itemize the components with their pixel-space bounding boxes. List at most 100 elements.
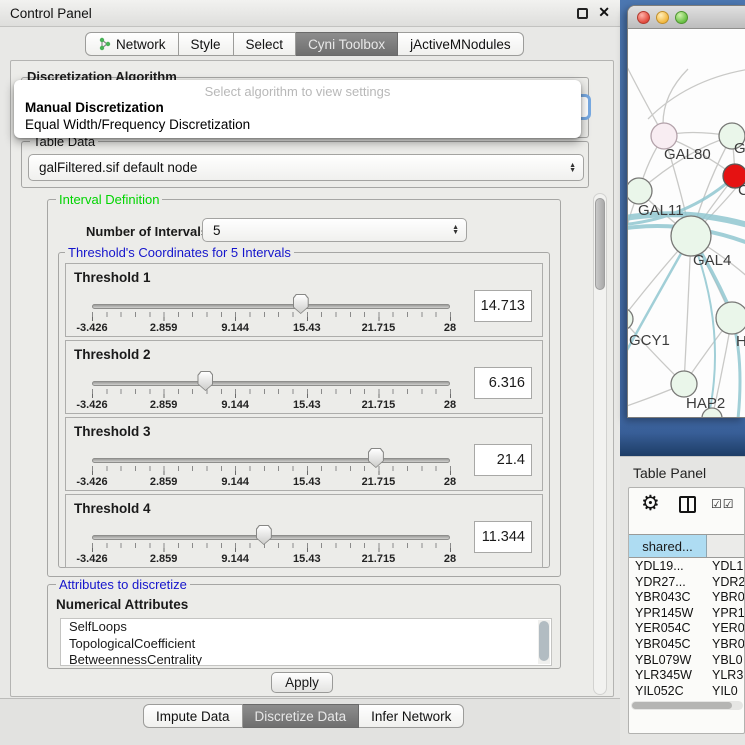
list-item[interactable]: TopologicalCoefficient xyxy=(61,636,551,653)
table-row[interactable]: YBL079WYBL0 xyxy=(629,653,745,669)
scrollbar-thumb[interactable] xyxy=(632,702,732,709)
table-row[interactable]: YDL19...YDL1 xyxy=(629,559,745,575)
interval-definition-group: Interval Definition Number of Intervals … xyxy=(47,199,561,577)
dropdown-placeholder-option[interactable]: Select algorithm to view settings xyxy=(14,84,581,99)
cyni-mode-tabs: Impute Data Discretize Data Infer Networ… xyxy=(143,704,464,728)
tab-network[interactable]: Network xyxy=(85,32,179,56)
threshold-2-box: Threshold 2 -3.4262.8599.14415.4321.7152… xyxy=(65,340,543,414)
table-panel-body: ⚙ ☑☑ shared... n YDL19...YDL1 YDR27...YD… xyxy=(628,487,745,734)
table-horizontal-scrollbar[interactable] xyxy=(631,701,743,710)
node-label: G xyxy=(734,140,745,157)
window-close-button[interactable] xyxy=(637,11,650,24)
column-header-name[interactable]: n xyxy=(707,535,745,557)
window-zoom-button[interactable] xyxy=(675,11,688,24)
list-item[interactable]: SelfLoops xyxy=(61,619,551,636)
threshold-1-label: Threshold 1 xyxy=(74,270,151,285)
scrollbar-thumb[interactable] xyxy=(539,621,549,661)
table-header-row: shared... n xyxy=(629,534,745,558)
number-of-intervals-combobox[interactable]: 5 ▲▼ xyxy=(202,218,467,242)
split-columns-icon[interactable] xyxy=(679,496,696,513)
number-of-intervals-label: Number of Intervals xyxy=(86,224,208,239)
tab-discretize-data[interactable]: Discretize Data xyxy=(243,704,360,728)
threshold-2-label: Threshold 2 xyxy=(74,347,151,362)
table-row[interactable]: YIL052CYIL0 xyxy=(629,684,745,700)
threshold-4-box: Threshold 4 -3.4262.8599.14415.4321.7152… xyxy=(65,494,543,568)
table-row[interactable]: YDR27...YDR2 xyxy=(629,575,745,591)
threshold-1-value-field[interactable]: 14.713 xyxy=(474,290,532,322)
table-row[interactable]: YBR043CYBR0 xyxy=(629,590,745,606)
threshold-4-slider-thumb[interactable] xyxy=(256,525,272,545)
apply-button[interactable]: Apply xyxy=(271,672,333,693)
network-icon xyxy=(98,37,111,51)
table-row[interactable]: YER054CYER0 xyxy=(629,621,745,637)
panel-vertical-scrollbar[interactable] xyxy=(593,193,607,695)
threshold-3-box: Threshold 3 -3.4262.8599.14415.4321.7152… xyxy=(65,417,543,491)
network-graph: GAL80 G C GAL11 GAL4 GCY1 H HAP2 xyxy=(628,29,745,418)
node-label: GCY1 xyxy=(629,332,670,349)
stepper-icon: ▲▼ xyxy=(452,225,459,235)
close-icon[interactable]: ✕ xyxy=(598,4,610,21)
threshold-1-box: Threshold 1 -3.4262.8599.14415.4321.7152… xyxy=(65,263,543,337)
table-data-combobox[interactable]: galFiltered.sif default node ▲▼ xyxy=(28,154,584,181)
node-gcy1 xyxy=(628,308,633,330)
table-row[interactable]: YBR045CYBR0 xyxy=(629,637,745,653)
table-row[interactable]: YLR345WYLR3 xyxy=(629,668,745,684)
threshold-2-slider-thumb[interactable] xyxy=(197,371,213,391)
slider-scale-labels: -3.4262.8599.14415.4321.71528 xyxy=(92,553,450,565)
table-data-selected-value: galFiltered.sif default node xyxy=(29,160,569,175)
table-row[interactable]: YPR145WYPR1 xyxy=(629,606,745,622)
dropdown-option-equal-width-frequency[interactable]: Equal Width/Frequency Discretization xyxy=(25,117,250,132)
control-panel-titlebar: Control Panel ✕ xyxy=(0,0,620,27)
attributes-group: Attributes to discretize Numerical Attri… xyxy=(47,584,561,669)
stepper-icon: ▲▼ xyxy=(569,163,576,173)
interval-definition-title: Interval Definition xyxy=(56,192,162,207)
numerical-attributes-list[interactable]: SelfLoops TopologicalCoefficient Between… xyxy=(60,618,552,666)
node-label: H xyxy=(736,333,745,350)
threshold-1-slider-thumb[interactable] xyxy=(293,294,309,314)
tab-infer-network[interactable]: Infer Network xyxy=(359,704,464,728)
node-label: C xyxy=(738,182,745,199)
table-panel-title: Table Panel xyxy=(633,465,706,481)
thresholds-group-title: Threshold's Coordinates for 5 Intervals xyxy=(65,245,294,260)
float-window-icon[interactable] xyxy=(577,8,588,19)
node-label: GAL11 xyxy=(638,202,684,219)
slider-scale-labels: -3.4262.8599.14415.4321.71528 xyxy=(92,322,450,334)
scrollbar-thumb[interactable] xyxy=(595,198,605,290)
threshold-4-value-field[interactable]: 11.344 xyxy=(474,521,532,553)
cyni-toolbox-panel: Discretization Algorithm Select algorith… xyxy=(10,60,614,697)
checkbox-icons[interactable]: ☑☑ xyxy=(711,497,735,511)
number-of-intervals-value: 5 xyxy=(203,223,452,238)
threshold-3-value-field[interactable]: 21.4 xyxy=(474,444,532,476)
node-gal11 xyxy=(628,178,652,204)
application-window: Control Panel ✕ Network Style Select Cyn… xyxy=(0,0,745,745)
tab-select[interactable]: Select xyxy=(234,32,297,56)
thresholds-group: Threshold's Coordinates for 5 Intervals … xyxy=(58,252,550,568)
list-item[interactable]: BetweennessCentrality xyxy=(61,652,551,666)
bottom-tab-bar: Impute Data Discretize Data Infer Networ… xyxy=(0,698,620,745)
node-label: HAP2 xyxy=(686,395,725,412)
network-window-titlebar[interactable] xyxy=(628,6,745,29)
dropdown-option-manual-discretization[interactable]: Manual Discretization xyxy=(25,100,164,115)
network-view-window[interactable]: GAL80 G C GAL11 GAL4 GCY1 H HAP2 xyxy=(627,5,745,418)
tab-impute-data[interactable]: Impute Data xyxy=(143,704,243,728)
threshold-3-slider-thumb[interactable] xyxy=(368,448,384,468)
tab-cyni-toolbox[interactable]: Cyni Toolbox xyxy=(296,32,398,56)
gear-icon[interactable]: ⚙ xyxy=(641,491,660,516)
algorithm-dropdown-popup: Select algorithm to view settings Manual… xyxy=(14,80,581,138)
threshold-3-label: Threshold 3 xyxy=(74,424,151,439)
tab-jactivemnodules[interactable]: jActiveMNodules xyxy=(398,32,524,56)
control-panel-tabs: Network Style Select Cyni Toolbox jActiv… xyxy=(85,32,524,56)
tab-style[interactable]: Style xyxy=(179,32,234,56)
list-vertical-scrollbar[interactable] xyxy=(538,620,550,664)
numerical-attributes-label: Numerical Attributes xyxy=(56,597,188,612)
node-gal4 xyxy=(671,216,711,256)
attributes-group-title: Attributes to discretize xyxy=(56,577,190,592)
threshold-2-value-field[interactable]: 6.316 xyxy=(474,367,532,399)
window-minimize-button[interactable] xyxy=(656,11,669,24)
threshold-4-label: Threshold 4 xyxy=(74,501,151,516)
network-canvas[interactable]: GAL80 G C GAL11 GAL4 GCY1 H HAP2 xyxy=(628,29,745,418)
slider-scale-labels: -3.4262.8599.14415.4321.71528 xyxy=(92,476,450,488)
column-header-shared-name[interactable]: shared... xyxy=(629,535,707,557)
node-hap2 xyxy=(671,371,697,397)
node-label: GAL80 xyxy=(664,146,711,163)
